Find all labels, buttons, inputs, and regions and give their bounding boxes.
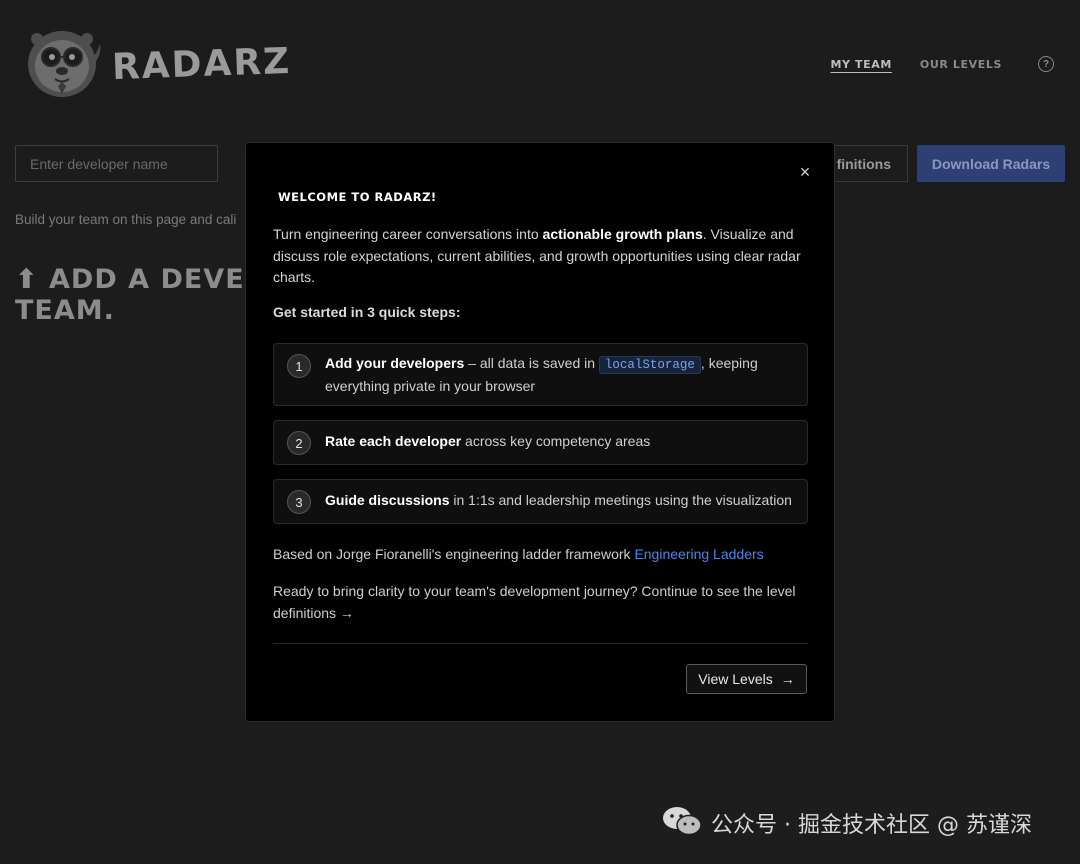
wechat-icon [661, 804, 703, 843]
localstorage-code: localStorage [598, 356, 701, 374]
main-nav: MY TEAM OUR LEVELS ? [831, 56, 1054, 72]
step-text: Add your developers – all data is saved … [325, 353, 795, 397]
steps-heading: Get started in 3 quick steps: [273, 304, 461, 320]
step-text: Guide discussions in 1:1s and leadership… [325, 490, 795, 511]
modal-title: WELCOME TO RADARZ! [278, 190, 437, 204]
engineering-ladders-link[interactable]: Engineering Ladders [634, 546, 763, 562]
ready-text: Ready to bring clarity to your team's de… [273, 583, 796, 621]
step-card-2: 2 Rate each developer across key compete… [273, 420, 808, 465]
welcome-modal: × WELCOME TO RADARZ! Turn engineering ca… [245, 142, 835, 722]
step-body: in 1:1s and leadership meetings using th… [449, 492, 792, 508]
step-body: across key competency areas [461, 433, 651, 449]
step-title: Add your developers [325, 355, 465, 371]
step-text: Rate each developer across key competenc… [325, 431, 795, 452]
step-number: 1 [287, 354, 311, 378]
modal-intro: Turn engineering career conversations in… [273, 224, 803, 289]
help-icon[interactable]: ? [1038, 56, 1054, 72]
view-levels-button[interactable]: View Levels → [686, 664, 807, 694]
modal-divider [273, 643, 808, 644]
step-card-1: 1 Add your developers – all data is save… [273, 343, 808, 406]
intro-highlight: actionable growth plans [542, 226, 703, 242]
step-title: Rate each developer [325, 433, 462, 449]
attribution-label: Based on Jorge Fioranelli's engineering … [273, 546, 635, 562]
watermark-text: 公众号 · 掘金技术社区 @ 苏谨深 [711, 813, 1032, 838]
brand-wordmark: RADARZ [111, 40, 292, 89]
app-header: RADARZ MY TEAM OUR LEVELS ? [0, 0, 1080, 130]
intro-text-start: Turn engineering career conversations in… [273, 226, 543, 242]
nav-my-team[interactable]: MY TEAM [831, 58, 892, 71]
otter-logo-icon[interactable] [22, 24, 102, 100]
step-number: 3 [287, 490, 311, 514]
watermark: 公众号 · 掘金技术社区 @ 苏谨深 [643, 786, 1080, 860]
nav-our-levels[interactable]: OUR LEVELS [920, 58, 1002, 71]
step-title: Guide discussions [325, 492, 450, 508]
view-levels-label: View Levels [698, 671, 773, 687]
step-number: 2 [287, 431, 311, 455]
step-body: – all data is saved in [464, 355, 599, 371]
arrow-right-icon: → [780, 671, 795, 687]
step-card-3: 3 Guide discussions in 1:1s and leadersh… [273, 479, 808, 524]
close-icon[interactable]: × [796, 163, 814, 181]
attribution-text: Based on Jorge Fioranelli's engineering … [273, 546, 764, 562]
developer-name-input[interactable] [15, 145, 218, 182]
helper-text: Build your team on this page and cali [15, 212, 237, 227]
download-radars-button[interactable]: Download Radars [917, 145, 1065, 182]
